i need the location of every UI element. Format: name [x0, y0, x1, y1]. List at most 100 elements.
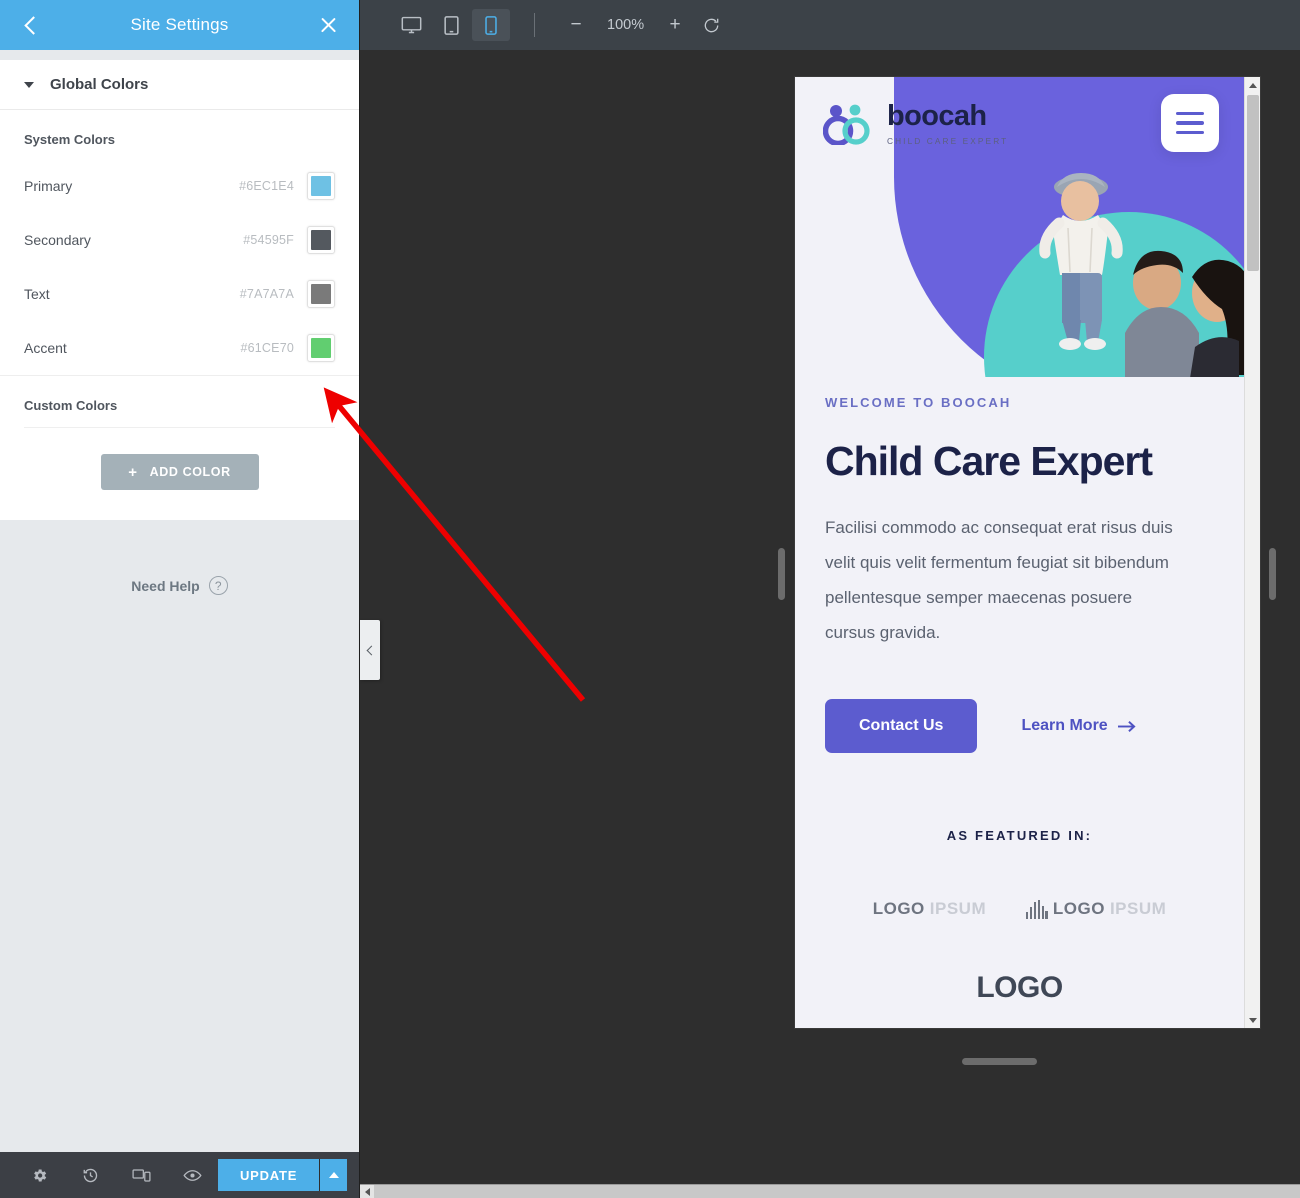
device-mobile-button[interactable]: [472, 9, 510, 41]
triangle-left-icon: [364, 1187, 370, 1196]
swatch-fill: [311, 338, 331, 358]
add-color-button[interactable]: + ADD COLOR: [100, 454, 259, 490]
featured-logo-partial-text: LOGO: [976, 971, 1063, 1004]
color-hex: #7A7A7A: [239, 287, 294, 301]
gear-icon[interactable]: [14, 1152, 65, 1198]
resize-handle-right[interactable]: [1269, 548, 1276, 600]
equalizer-icon: [1025, 899, 1048, 919]
triangle-up-icon: [1249, 82, 1257, 88]
featured-logos-row: LOGO IPSUM LOGO IPSUM: [825, 899, 1214, 919]
hero-paragraph: Facilisi commodo ac consequat erat risus…: [825, 518, 1173, 642]
color-name: Text: [24, 286, 50, 302]
color-swatch-text[interactable]: [307, 280, 335, 308]
hero-heading: Child Care Expert: [825, 438, 1153, 484]
boocah-logo-icon: [823, 104, 870, 145]
chevron-down-icon: [24, 81, 34, 88]
color-row-accent[interactable]: Accent #61CE70: [24, 321, 335, 375]
need-help-link[interactable]: Need Help ?: [0, 520, 359, 595]
close-icon: [318, 15, 338, 35]
logo-tagline: CHILD CARE EXPERT: [887, 136, 1009, 146]
custom-colors-rule: [24, 427, 335, 428]
question-circle-icon: ?: [208, 576, 228, 595]
update-button[interactable]: UPDATE: [217, 1159, 320, 1191]
need-help-label: Need Help: [131, 577, 200, 594]
scroll-down-button[interactable]: [1245, 1012, 1260, 1028]
site-settings-panel: Site Settings Global Colors System Color…: [0, 0, 360, 1198]
burger-bar: [1176, 130, 1204, 135]
color-hex: #61CE70: [240, 341, 294, 355]
parents-photo: [1125, 250, 1244, 377]
responsive-mode-icon[interactable]: [116, 1152, 167, 1198]
back-button[interactable]: [16, 10, 46, 40]
panel-collapse-handle[interactable]: [360, 620, 380, 680]
zoom-reset-button[interactable]: [694, 9, 728, 41]
featured-logo-3-partial: LOGO: [825, 971, 1214, 1005]
update-button-group: UPDATE: [217, 1159, 348, 1191]
panel-content: Global Colors System Colors Primary #6EC…: [0, 60, 359, 520]
scrollbar-thumb[interactable]: [1247, 95, 1259, 271]
swatch-fill: [311, 284, 331, 304]
swatch-fill: [311, 176, 331, 196]
featured-logo-light: IPSUM: [1109, 899, 1167, 918]
logo-text-block: boocah CHILD CARE EXPERT: [887, 102, 1009, 147]
global-colors-accordion[interactable]: Global Colors: [0, 60, 359, 110]
preview-vertical-scrollbar[interactable]: [1244, 77, 1260, 1028]
resize-handle-bottom[interactable]: [962, 1058, 1037, 1065]
as-featured-in-label: AS FEATURED IN:: [946, 828, 1093, 843]
learn-more-link[interactable]: Learn More: [1021, 717, 1136, 735]
as-featured-in-section: AS FEATURED IN: LOGO IPSUM LOGO IPSUM LO…: [825, 828, 1214, 1005]
color-swatch-primary[interactable]: [307, 172, 335, 200]
zoom-out-button[interactable]: −: [559, 9, 593, 41]
update-options-button[interactable]: [319, 1159, 348, 1191]
resize-handle-left[interactable]: [778, 548, 785, 600]
hamburger-menu-icon[interactable]: [1161, 94, 1219, 152]
color-name: Primary: [24, 178, 73, 194]
preview-icon[interactable]: [167, 1152, 218, 1198]
featured-logo-1: LOGO IPSUM: [873, 899, 986, 919]
color-row-text[interactable]: Text #7A7A7A: [24, 267, 335, 321]
featured-logo-2: LOGO IPSUM: [1025, 899, 1167, 919]
panel-header: Site Settings: [0, 0, 359, 50]
caret-up-icon: [328, 1172, 339, 1178]
zoom-in-button[interactable]: +: [658, 9, 692, 41]
history-icon[interactable]: [65, 1152, 116, 1198]
color-hex: #54595F: [243, 233, 294, 247]
close-button[interactable]: [313, 10, 343, 40]
panel-footer-toolbar: UPDATE: [0, 1152, 359, 1198]
color-name: Accent: [24, 340, 67, 356]
preview-page: boocah CHILD CARE EXPERT WELCOME TO BOOC…: [795, 77, 1244, 1005]
add-color-label: ADD COLOR: [149, 465, 231, 479]
preview-canvas: boocah CHILD CARE EXPERT WELCOME TO BOOC…: [360, 50, 1300, 1198]
color-swatch-secondary[interactable]: [307, 226, 335, 254]
color-hex: #6EC1E4: [239, 179, 294, 193]
panel-top-strip: [0, 50, 359, 60]
plus-icon: +: [128, 463, 138, 481]
device-tablet-button[interactable]: [432, 9, 470, 41]
scroll-up-button[interactable]: [1245, 77, 1260, 93]
learn-more-label: Learn More: [1021, 717, 1108, 734]
featured-logo-bold: LOGO: [1052, 899, 1105, 918]
device-desktop-button[interactable]: [392, 9, 430, 41]
featured-logo-bold: LOGO: [872, 899, 925, 918]
editor-horizontal-scrollbar[interactable]: [360, 1184, 1300, 1198]
scroll-left-button[interactable]: [360, 1185, 374, 1198]
hero-content: WELCOME TO BOOCAH Child Care Expert Faci…: [795, 377, 1244, 1005]
site-logo[interactable]: boocah CHILD CARE EXPERT: [823, 102, 1008, 146]
chevron-left-icon: [366, 645, 377, 655]
contact-us-button[interactable]: Contact Us: [825, 699, 978, 753]
color-row-secondary[interactable]: Secondary #54595F: [24, 213, 335, 267]
panel-empty-area: Need Help ?: [0, 520, 359, 1152]
zoom-level-value: 100%: [607, 17, 645, 33]
system-colors-title: System Colors: [24, 132, 116, 147]
elementor-editor-window: Site Settings Global Colors System Color…: [0, 0, 1300, 1198]
editor-top-toolbar: − 100% +: [360, 0, 1300, 50]
hero-header: boocah CHILD CARE EXPERT: [795, 77, 1244, 377]
hero-eyebrow: WELCOME TO BOOCAH: [825, 395, 1012, 410]
color-row-primary[interactable]: Primary #6EC1E4: [24, 159, 335, 213]
global-colors-label: Global Colors: [50, 76, 149, 93]
featured-logo-light: IPSUM: [929, 899, 987, 918]
arrow-right-icon: [1117, 720, 1136, 732]
toolbar-divider: [534, 13, 535, 37]
color-swatch-accent[interactable]: [307, 334, 335, 362]
color-name: Secondary: [24, 232, 91, 248]
